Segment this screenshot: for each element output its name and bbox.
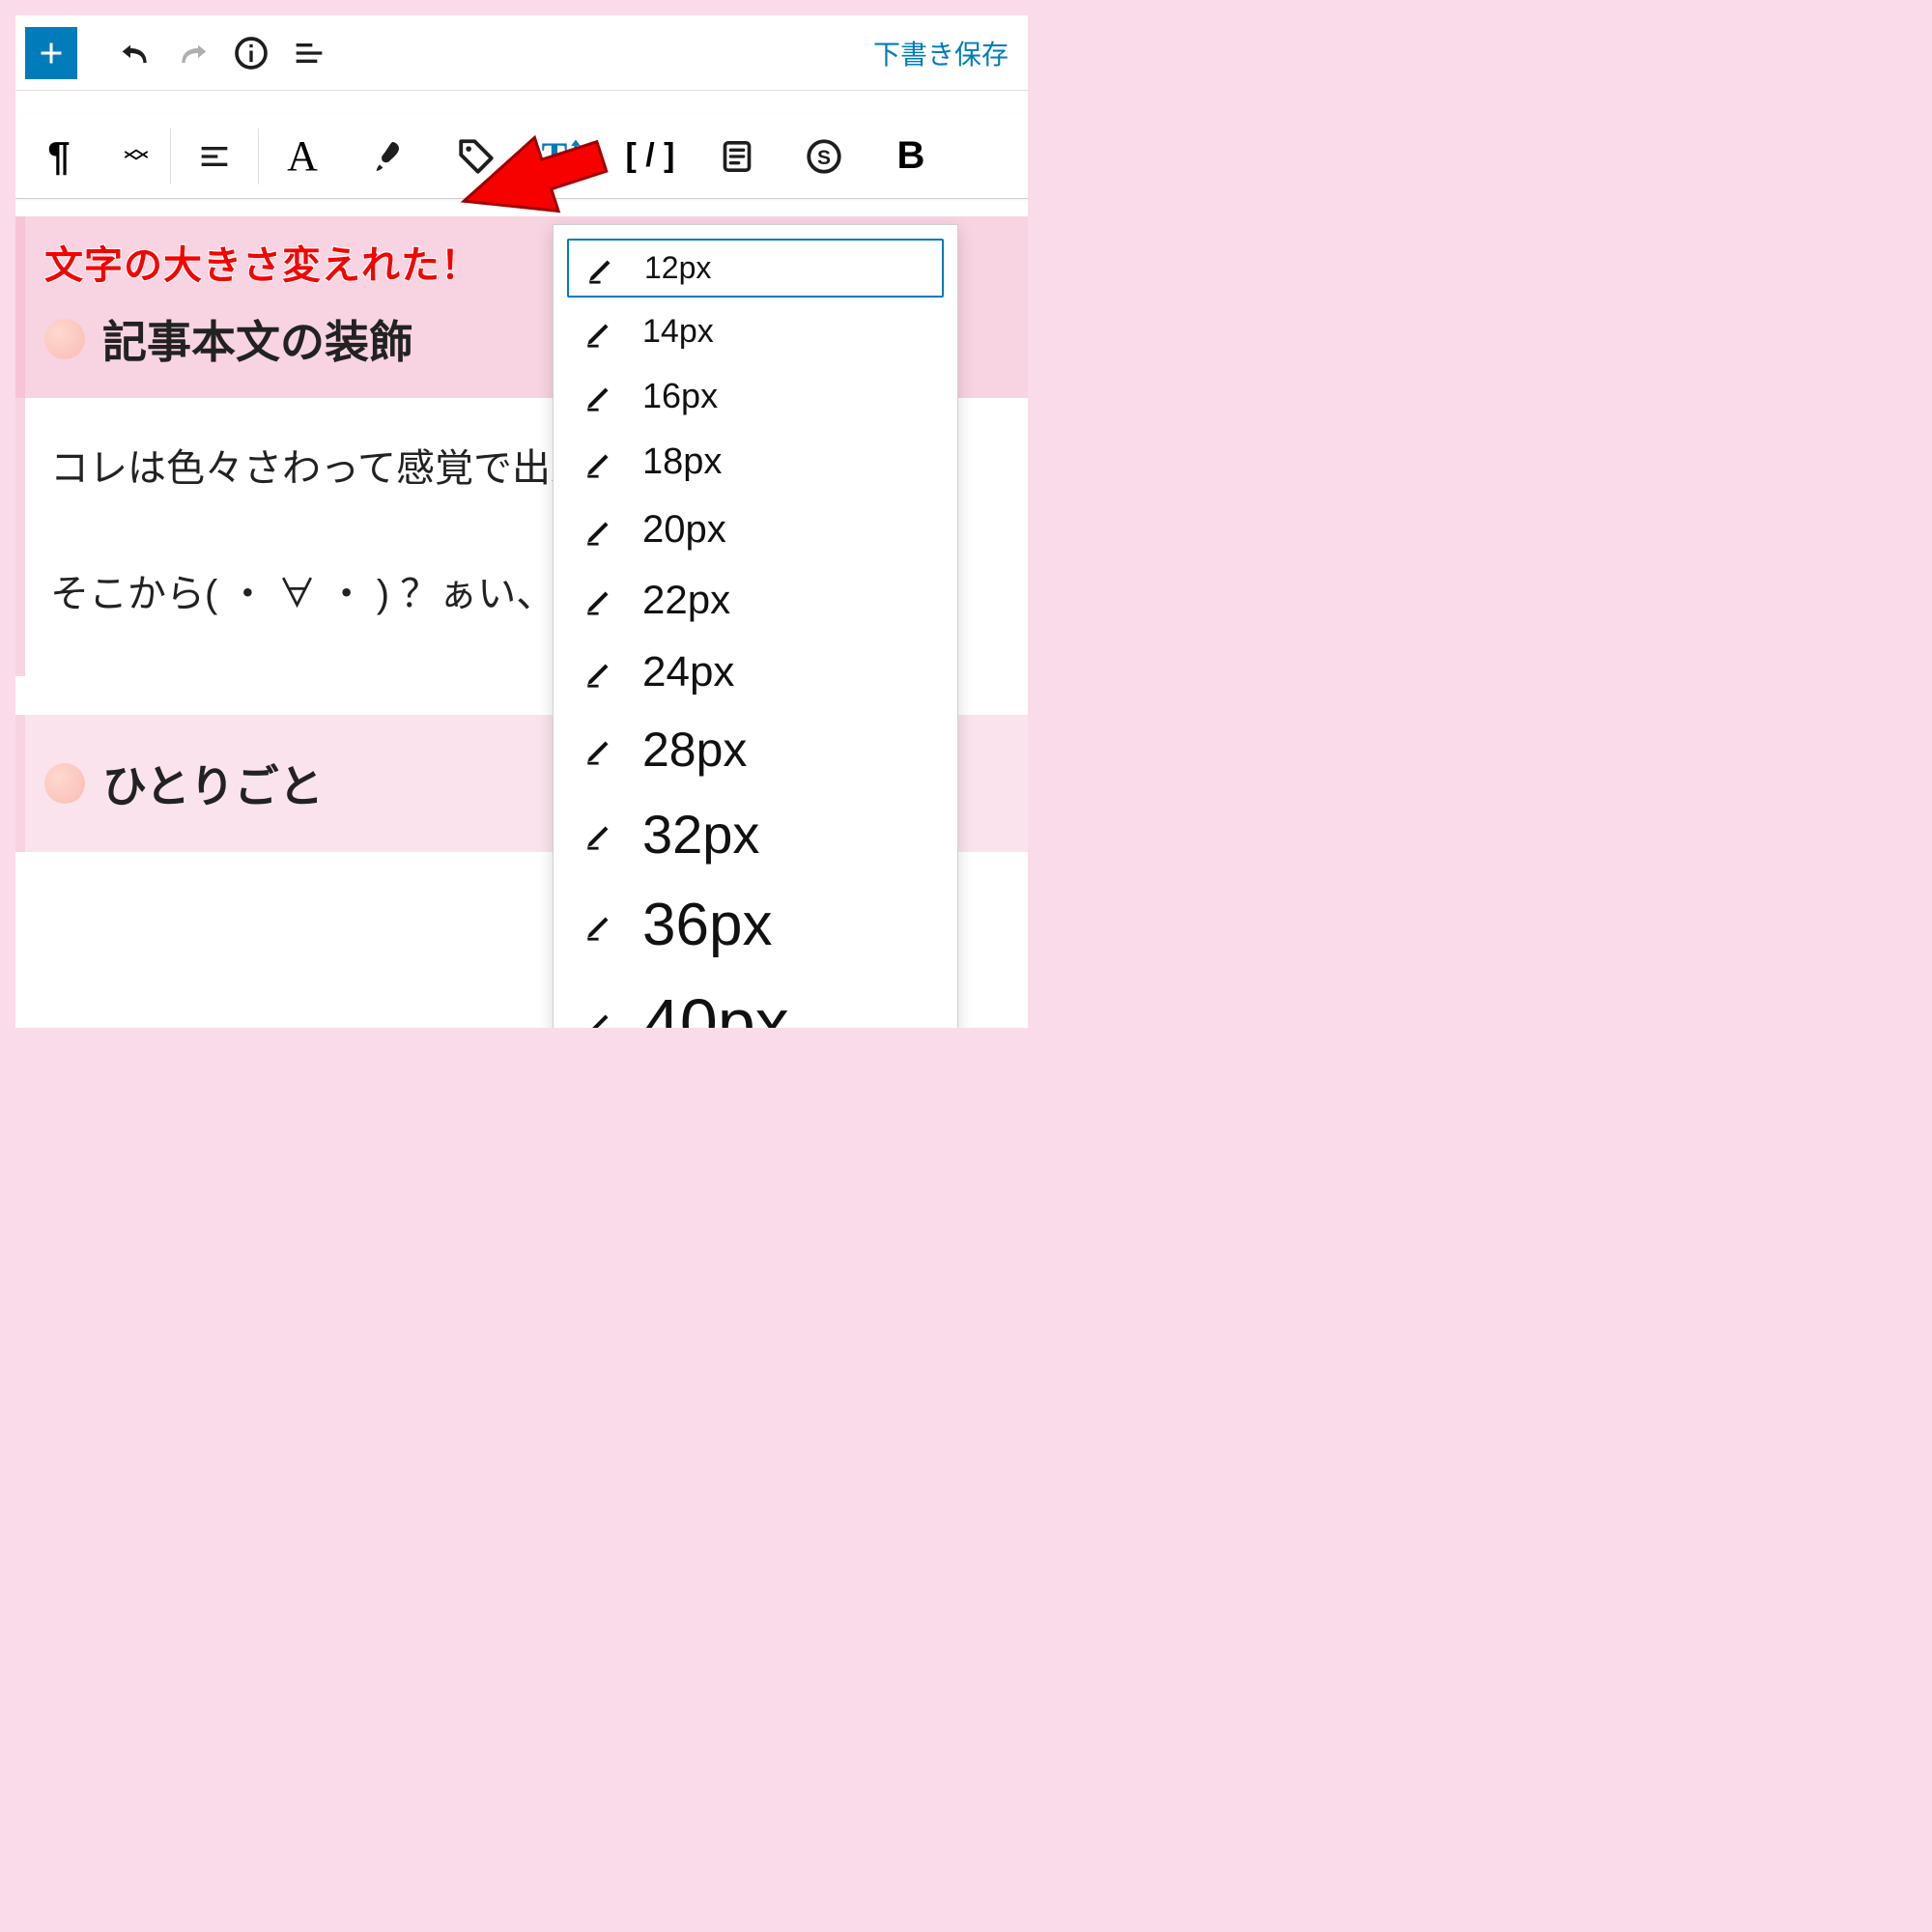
font-size-option-label: 24px: [642, 648, 928, 696]
align-button[interactable]: [171, 114, 258, 199]
svg-text:S: S: [817, 146, 831, 168]
font-size-option[interactable]: 18px: [567, 432, 944, 493]
font-size-option[interactable]: 14px: [567, 303, 944, 360]
letter-a-icon: A: [287, 131, 318, 181]
pen-icon: [582, 513, 617, 548]
highlight-button[interactable]: [346, 114, 433, 199]
text-color-button[interactable]: A: [259, 114, 346, 199]
font-size-option-label: 28px: [642, 722, 928, 778]
info-button[interactable]: [222, 24, 280, 82]
font-size-option[interactable]: 40px: [567, 975, 944, 1028]
font-size-option[interactable]: 28px: [567, 712, 944, 787]
font-size-option[interactable]: 12px: [567, 239, 944, 298]
font-size-option[interactable]: 24px: [567, 639, 944, 706]
font-size-option-label: 40px: [642, 984, 928, 1028]
font-size-button[interactable]: T: [520, 114, 607, 199]
annotated-screenshot-frame: 下書き保存 ¶ ︿﹀ A: [0, 0, 1043, 1043]
brush-icon: [370, 137, 409, 176]
heading-text: ひとりごと: [102, 752, 324, 815]
pen-icon: [582, 655, 617, 690]
font-size-option[interactable]: 36px: [567, 881, 944, 969]
redo-icon: [174, 34, 213, 72]
editor-window: 下書き保存 ¶ ︿﹀ A: [15, 15, 1028, 1028]
editor-top-toolbar: 下書き保存: [15, 15, 1028, 91]
move-updown-icon: ︿﹀: [124, 141, 149, 171]
undo-icon: [116, 34, 155, 72]
outline-icon: [290, 34, 328, 72]
ad-button[interactable]: S: [781, 114, 867, 199]
font-size-option-label: 16px: [642, 376, 928, 416]
outline-button[interactable]: [280, 24, 338, 82]
pen-icon: [582, 445, 617, 480]
save-draft-button[interactable]: 下書き保存: [873, 34, 1018, 72]
font-size-option-label: 22px: [642, 577, 928, 623]
pen-icon: [582, 315, 617, 350]
font-size-option-label: 36px: [642, 891, 928, 959]
pen-icon: [584, 251, 619, 286]
heading-text: 記事本文の装飾: [102, 307, 413, 371]
info-icon: [232, 34, 270, 72]
font-size-option[interactable]: 32px: [567, 793, 944, 875]
align-left-icon: [195, 137, 234, 176]
pen-icon: [582, 732, 617, 767]
template-button[interactable]: [694, 114, 781, 199]
bold-button[interactable]: B: [867, 114, 954, 199]
bold-icon: B: [897, 134, 925, 178]
font-size-option[interactable]: 20px: [567, 498, 944, 561]
tag-button[interactable]: [433, 114, 520, 199]
bullet-dot-icon: [44, 763, 85, 804]
plus-icon: [34, 36, 69, 71]
move-block-button[interactable]: ︿﹀: [102, 114, 170, 199]
circled-s-icon: S: [804, 136, 844, 177]
shortcode-icon: [ / ]: [626, 137, 675, 175]
font-size-option-label: 14px: [642, 313, 928, 351]
pen-icon: [582, 379, 617, 413]
undo-button[interactable]: [106, 24, 164, 82]
font-size-dropdown[interactable]: 12px 14px 16px 18px 20px 22px 24px 28px 32px 36px…: [553, 224, 958, 1028]
text-size-icon: T: [542, 133, 585, 179]
pilcrow-icon: ¶: [47, 133, 70, 180]
document-lines-icon: [718, 137, 756, 176]
pen-icon: [582, 817, 617, 852]
font-size-option[interactable]: 16px: [567, 366, 944, 426]
pen-icon: [582, 908, 617, 943]
bullet-dot-icon: [44, 319, 85, 359]
font-size-option-label: 20px: [642, 508, 928, 552]
shortcode-button[interactable]: [ / ]: [607, 114, 694, 199]
tag-icon: [456, 136, 497, 177]
paragraph-block-button[interactable]: ¶: [15, 114, 102, 199]
pen-icon: [582, 1006, 617, 1028]
font-size-option[interactable]: 22px: [567, 567, 944, 633]
block-format-toolbar: ¶ ︿﹀ A: [15, 114, 1028, 199]
redo-button[interactable]: [164, 24, 222, 82]
pen-icon: [582, 582, 617, 617]
add-block-button[interactable]: [25, 27, 77, 79]
font-size-option-label: 32px: [642, 803, 928, 866]
font-size-option-label: 18px: [642, 441, 928, 483]
font-size-option-label: 12px: [644, 250, 926, 286]
